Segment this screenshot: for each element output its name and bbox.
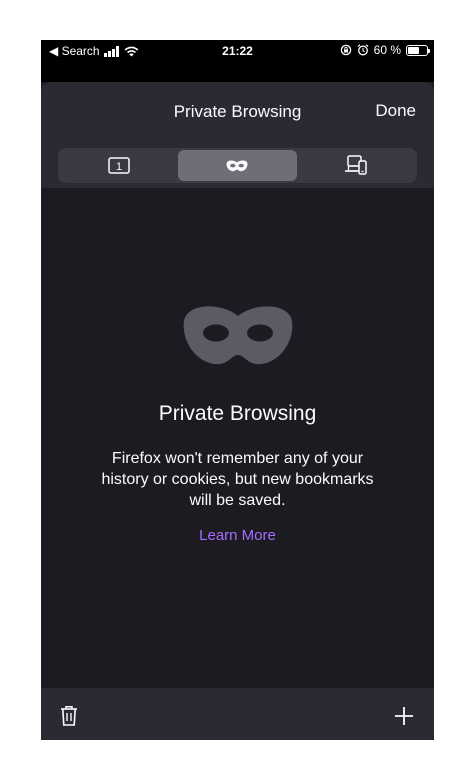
tab-count-icon: 1	[108, 157, 130, 174]
segment-standard-tabs[interactable]: 1	[60, 150, 178, 181]
new-tab-button[interactable]	[394, 706, 414, 726]
trash-icon	[61, 706, 77, 726]
learn-more-link[interactable]: Learn More	[41, 527, 434, 544]
private-mask-illustration	[183, 304, 293, 368]
alarm-icon	[357, 44, 369, 56]
tab-type-selector: 1	[58, 148, 417, 183]
synced-tabs-icon	[344, 154, 367, 175]
private-mask-icon	[183, 306, 293, 365]
segment-private-tabs[interactable]	[178, 150, 297, 181]
sheet-backdrop	[41, 62, 434, 82]
battery-percent: 60 %	[373, 43, 401, 57]
tab-tray-header: Private Browsing Done 1	[41, 82, 434, 188]
bottom-toolbar	[41, 688, 434, 740]
battery-level-fill	[408, 46, 419, 54]
empty-state-title: Private Browsing	[158, 402, 317, 425]
tab-count-label: 1	[116, 161, 122, 173]
rotation-lock-icon	[340, 44, 351, 56]
private-mask-icon	[227, 159, 248, 171]
status-right: 60 %	[340, 43, 430, 57]
segment-synced-tabs[interactable]	[297, 150, 415, 181]
empty-state-description: Firefox won't remember any of your histo…	[101, 450, 374, 509]
close-all-tabs-button[interactable]	[59, 705, 79, 727]
battery-icon	[406, 44, 430, 56]
phone-screen: ◀ Search 21:22 60 % Private Browsing Don…	[41, 40, 434, 740]
private-browsing-empty-state: Private Browsing Firefox won't remember …	[41, 188, 434, 688]
status-bar: ◀ Search 21:22 60 %	[41, 40, 434, 62]
done-button[interactable]: Done	[375, 101, 416, 121]
plus-icon	[395, 707, 413, 725]
